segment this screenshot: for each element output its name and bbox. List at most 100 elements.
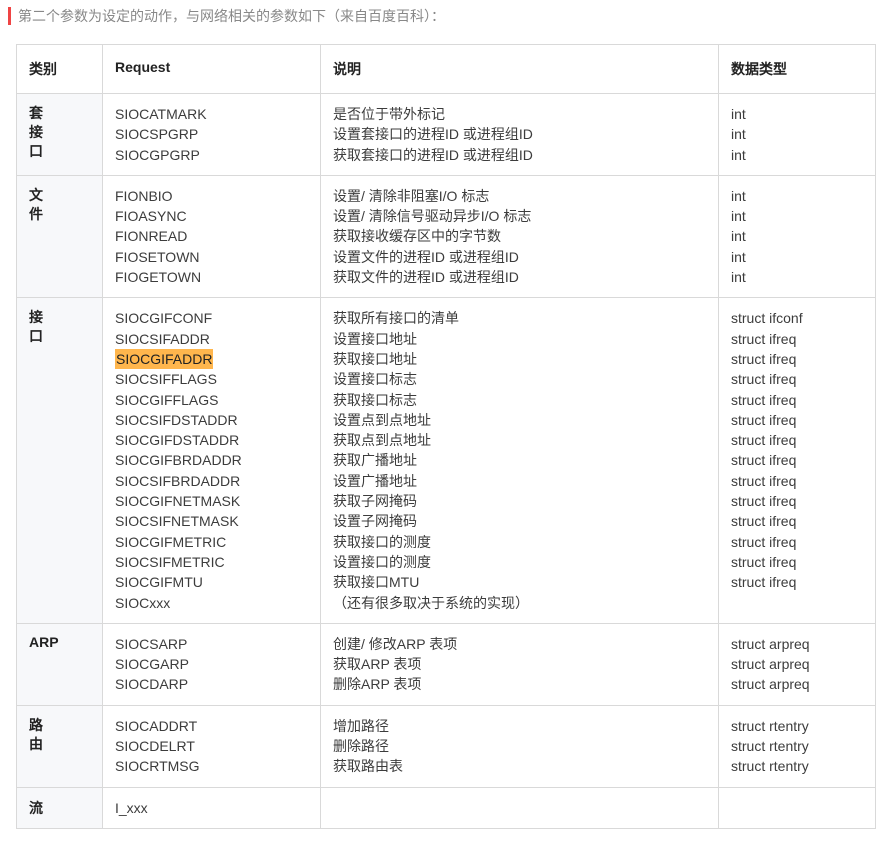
request-cell: FIONBIOFIOASYNCFIONREADFIOSETOWNFIOGETOW… (103, 175, 321, 297)
request-cell: SIOCSARPSIOCGARPSIOCDARP (103, 623, 321, 705)
datatype-value (731, 593, 863, 613)
datatype-value: struct ifreq (731, 471, 863, 491)
request-value: FIOSETOWN (115, 247, 308, 267)
description-value: （还有很多取决于系统的实现） (333, 593, 706, 613)
description-value: 创建/ 修改ARP 表项 (333, 634, 706, 654)
request-value: SIOCGIFADDR (115, 349, 308, 369)
datatype-value: struct ifreq (731, 369, 863, 389)
table-head: 类别 Request 说明 数据类型 (17, 45, 876, 94)
description-cell: 是否位于带外标记设置套接口的进程ID 或进程组ID获取套接口的进程ID 或进程组… (321, 94, 719, 176)
page-wrap: 第二个参数为设定的动作，与网络相关的参数如下（来自百度百科）： 类别 Reque… (0, 0, 892, 849)
datatype-value: struct ifreq (731, 491, 863, 511)
category-label: 路由 (29, 716, 90, 754)
datatype-value: struct ifreq (731, 390, 863, 410)
description-value: 设置套接口的进程ID 或进程组ID (333, 124, 706, 144)
red-marker (8, 7, 11, 25)
category-label: 套接口 (29, 104, 90, 161)
datatype-cell: struct rtentrystruct rtentrystruct rtent… (719, 705, 876, 787)
header-description: 说明 (321, 45, 719, 94)
datatype-value: struct rtentry (731, 756, 863, 776)
description-cell: 增加路径删除路径获取路由表 (321, 705, 719, 787)
description-value: 是否位于带外标记 (333, 104, 706, 124)
category-cell: 流 (17, 787, 103, 828)
datatype-value (731, 798, 863, 818)
request-value: SIOCGIFMTU (115, 572, 308, 592)
datatype-cell (719, 787, 876, 828)
request-value: SIOCxxx (115, 593, 308, 613)
category-cell: 接口 (17, 298, 103, 623)
request-value: SIOCGIFFLAGS (115, 390, 308, 410)
datatype-value: struct ifreq (731, 532, 863, 552)
description-value: 获取套接口的进程ID 或进程组ID (333, 145, 706, 165)
request-value: SIOCSIFBRDADDR (115, 471, 308, 491)
category-label: 流 (29, 800, 43, 816)
request-value: SIOCSIFNETMASK (115, 511, 308, 531)
description-value: 获取接口MTU (333, 572, 706, 592)
description-value: 获取点到点地址 (333, 430, 706, 450)
request-value: SIOCGARP (115, 654, 308, 674)
request-value: FIONREAD (115, 226, 308, 246)
request-value: SIOCGIFBRDADDR (115, 450, 308, 470)
description-value: 获取文件的进程ID 或进程组ID (333, 267, 706, 287)
datatype-value: int (731, 247, 863, 267)
description-value: 增加路径 (333, 716, 706, 736)
request-value: SIOCATMARK (115, 104, 308, 124)
request-value: SIOCDELRT (115, 736, 308, 756)
datatype-value: struct arpreq (731, 654, 863, 674)
datatype-value: struct ifreq (731, 329, 863, 349)
description-value: 设置子网掩码 (333, 511, 706, 531)
description-cell: 获取所有接口的清单设置接口地址获取接口地址设置接口标志获取接口标志设置点到点地址… (321, 298, 719, 623)
description-value (333, 798, 706, 818)
description-value: 设置/ 清除非阻塞I/O 标志 (333, 186, 706, 206)
datatype-cell: struct ifconfstruct ifreqstruct ifreqstr… (719, 298, 876, 623)
request-value: SIOCGIFCONF (115, 308, 308, 328)
datatype-value: struct rtentry (731, 716, 863, 736)
request-cell: SIOCGIFCONFSIOCSIFADDRSIOCGIFADDR SIOCSIF… (103, 298, 321, 623)
request-value: SIOCSIFDSTADDR (115, 410, 308, 430)
request-value: I_xxx (115, 798, 308, 818)
datatype-value: struct ifreq (731, 430, 863, 450)
category-label: ARP (29, 634, 59, 650)
request-value: FIONBIO (115, 186, 308, 206)
request-value: SIOCGPGRP (115, 145, 308, 165)
description-value: 设置文件的进程ID 或进程组ID (333, 247, 706, 267)
description-value: 设置接口地址 (333, 329, 706, 349)
request-value: SIOCSIFADDR (115, 329, 308, 349)
table-row: 路由 SIOCADDRTSIOCDELRTSIOCRTMSG增加路径删除路径获取路… (17, 705, 876, 787)
description-cell (321, 787, 719, 828)
description-value: 获取ARP 表项 (333, 654, 706, 674)
table-row: 文件FIONBIOFIOASYNCFIONREADFIOSETOWNFIOGET… (17, 175, 876, 297)
datatype-value: struct ifconf (731, 308, 863, 328)
request-value: SIOCADDRT (115, 716, 308, 736)
datatype-value: struct ifreq (731, 410, 863, 430)
header-datatype: 数据类型 (719, 45, 876, 94)
category-cell: 文件 (17, 175, 103, 297)
highlighted-request: SIOCGIFADDR (115, 349, 213, 369)
table-row: 流 I_xxx (17, 787, 876, 828)
category-cell: 套接口 (17, 94, 103, 176)
datatype-value: struct rtentry (731, 736, 863, 756)
datatype-value: struct ifreq (731, 511, 863, 531)
request-cell: SIOCADDRTSIOCDELRTSIOCRTMSG (103, 705, 321, 787)
description-value: 获取接口地址 (333, 349, 706, 369)
table-row: ARPSIOCSARPSIOCGARPSIOCDARP创建/ 修改ARP 表项获… (17, 623, 876, 705)
description-value: 设置接口标志 (333, 369, 706, 389)
request-value: SIOCSPGRP (115, 124, 308, 144)
description-value: 获取广播地址 (333, 450, 706, 470)
datatype-value: struct ifreq (731, 572, 863, 592)
datatype-cell: intintint (719, 94, 876, 176)
category-cell: ARP (17, 623, 103, 705)
request-value: SIOCSIFMETRIC (115, 552, 308, 572)
description-value: 设置接口的测度 (333, 552, 706, 572)
header-request: Request (103, 45, 321, 94)
table-body: 套接口SIOCATMARKSIOCSPGRPSIOCGPGRP是否位于带外标记设… (17, 94, 876, 829)
description-cell: 创建/ 修改ARP 表项获取ARP 表项删除ARP 表项 (321, 623, 719, 705)
request-cell: I_xxx (103, 787, 321, 828)
description-cell: 设置/ 清除非阻塞I/O 标志设置/ 清除信号驱动异步I/O 标志获取接收缓存区… (321, 175, 719, 297)
description-value: 获取接口的测度 (333, 532, 706, 552)
datatype-value: int (731, 104, 863, 124)
description-value: 删除ARP 表项 (333, 674, 706, 694)
datatype-value: struct ifreq (731, 450, 863, 470)
request-cell: SIOCATMARKSIOCSPGRPSIOCGPGRP (103, 94, 321, 176)
request-value: SIOCGIFDSTADDR (115, 430, 308, 450)
